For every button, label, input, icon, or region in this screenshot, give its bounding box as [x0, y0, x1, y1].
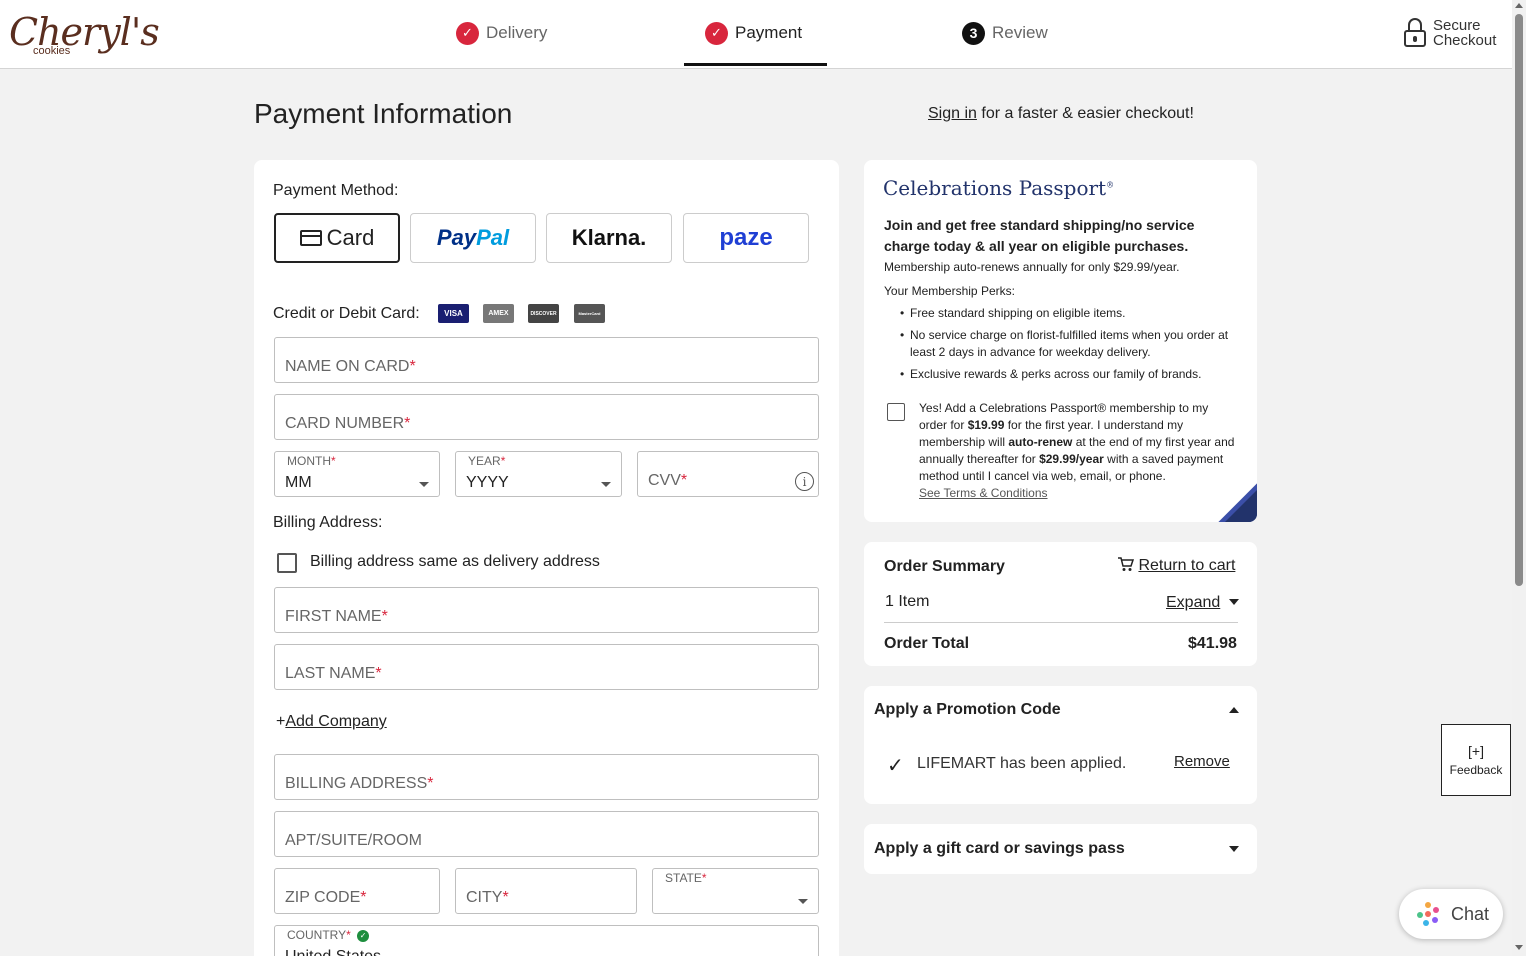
cvv-input[interactable]: CVV* i: [637, 451, 819, 497]
passport-intro: Join and get free standard shipping/no s…: [884, 217, 1195, 274]
card-types-label: Credit or Debit Card:: [273, 305, 420, 322]
feedback-label: Feedback: [1449, 763, 1503, 777]
secure-checkout: Secure Checkout: [1404, 18, 1496, 48]
country-value: United States: [285, 948, 381, 956]
terms-link[interactable]: See Terms & Conditions: [919, 483, 1048, 503]
info-icon[interactable]: i: [795, 472, 814, 491]
card-number-input[interactable]: CARD NUMBER*: [274, 394, 819, 440]
step-label: Payment: [735, 23, 803, 42]
scroll-up-arrow-icon[interactable]: [1515, 3, 1523, 8]
discover-logo: DISCOVER: [528, 304, 559, 323]
scrollbar-thumb[interactable]: [1515, 14, 1523, 586]
first-name-input[interactable]: FIRST NAME*: [274, 587, 819, 633]
remove-promo-link[interactable]: Remove: [1174, 753, 1230, 770]
page-scrollbar[interactable]: [1512, 0, 1526, 956]
check-icon: ✓: [887, 755, 904, 777]
expiry-year-select[interactable]: YEAR* YYYY: [455, 451, 622, 497]
logo-subtext: cookies: [33, 45, 71, 57]
billing-address-input[interactable]: BILLING ADDRESS*: [274, 754, 819, 800]
feedback-button[interactable]: [+] Feedback: [1441, 724, 1511, 796]
klarna-logo: Klarna.: [571, 225, 647, 250]
scroll-down-arrow-icon[interactable]: [1515, 945, 1523, 950]
step-delivery[interactable]: ✓ Delivery: [456, 20, 547, 46]
page-title: Payment Information: [254, 98, 513, 129]
promo-title[interactable]: Apply a Promotion Code: [874, 701, 1061, 719]
promo-applied-text: LIFEMART has been applied.: [917, 755, 1127, 772]
city-input[interactable]: CITY*: [455, 868, 637, 914]
chat-button[interactable]: Chat: [1399, 889, 1503, 939]
checkmark-icon: ✓: [705, 21, 728, 45]
same-address-checkbox[interactable]: [277, 553, 297, 573]
apt-suite-input[interactable]: APT/SUITE/ROOM: [274, 811, 819, 857]
zip-code-input[interactable]: ZIP CODE*: [274, 868, 440, 914]
logo-script: Cheryl's: [9, 10, 160, 54]
chevron-down-icon[interactable]: [1229, 846, 1239, 852]
paypal-logo: PayPal: [436, 225, 510, 250]
signin-prompt: Sign in for a faster & easier checkout!: [928, 105, 1194, 123]
signin-link[interactable]: Sign in: [928, 105, 977, 122]
payment-method-label: Payment Method:: [273, 182, 399, 199]
paze-logo: paze: [719, 224, 773, 251]
country-select[interactable]: COUNTRY* ✓ United States: [274, 925, 819, 956]
secure-checkout-label: Secure Checkout: [1433, 17, 1497, 49]
passport-optin-text: Yes! Add a Celebrations Passport® member…: [919, 401, 1235, 483]
perk-item: No service charge on florist-fulfilled i…: [900, 327, 1235, 361]
expiry-month-select[interactable]: MONTH* MM: [274, 451, 440, 497]
state-select[interactable]: STATE*: [652, 868, 819, 914]
giftcard-title[interactable]: Apply a gift card or savings pass: [874, 840, 1125, 858]
summary-divider: [884, 622, 1238, 623]
add-company-link[interactable]: +Add Company: [276, 713, 387, 731]
card-method-button[interactable]: Card: [274, 213, 400, 263]
lock-icon: [1404, 18, 1426, 48]
billing-address-label: Billing Address:: [273, 514, 383, 531]
cart-icon: [1118, 557, 1135, 571]
klarna-method-button[interactable]: Klarna.: [546, 213, 672, 263]
site-header: Cheryl's cookies ✓ Delivery ✓ Payment 3 …: [0, 0, 1512, 69]
chevron-down-icon: [1228, 599, 1239, 605]
chat-sparkle-icon: [1416, 902, 1439, 926]
active-step-indicator: [684, 63, 827, 66]
passport-title: Celebrations Passport®: [883, 176, 1115, 200]
perk-item: Exclusive rewards & perks across our fam…: [900, 366, 1230, 383]
chevron-up-icon[interactable]: [1229, 707, 1239, 713]
name-on-card-input[interactable]: NAME ON CARD*: [274, 337, 819, 383]
chevron-down-icon: [798, 899, 808, 904]
item-count: 1 Item: [885, 593, 930, 610]
order-total-label: Order Total: [884, 635, 970, 652]
same-address-label: Billing address same as delivery address: [310, 553, 600, 570]
paypal-method-button[interactable]: PayPal: [410, 213, 536, 263]
return-to-cart-link[interactable]: Return to cart: [1117, 556, 1235, 575]
signin-text: for a faster & easier checkout!: [976, 105, 1194, 122]
credit-card-icon: [299, 230, 322, 246]
month-value: MM: [285, 474, 312, 491]
order-total-value: $41.98: [1188, 635, 1237, 652]
step-review[interactable]: 3 Review: [962, 20, 1048, 46]
year-value: YYYY: [466, 474, 509, 491]
perk-item: Free standard shipping on eligible items…: [900, 305, 1230, 322]
expand-link[interactable]: Expand: [1166, 594, 1239, 612]
verified-check-icon: ✓: [357, 929, 370, 942]
mastercard-logo: MasterCard: [574, 304, 605, 323]
last-name-input[interactable]: LAST NAME*: [274, 644, 819, 690]
step-label: Delivery: [486, 23, 548, 42]
perks-label: Your Membership Perks:: [884, 284, 1015, 298]
plus-icon: +: [276, 713, 286, 730]
order-summary-title: Order Summary: [884, 558, 1005, 575]
step-label: Review: [992, 23, 1048, 42]
passport-optin-checkbox[interactable]: [887, 403, 905, 421]
visa-logo: VISA: [438, 304, 469, 323]
chevron-down-icon: [601, 482, 611, 487]
step-number-badge: 3: [962, 21, 985, 45]
corner-accent: [1217, 482, 1257, 522]
amex-logo: AMEX: [483, 304, 514, 323]
checkmark-icon: ✓: [456, 21, 479, 45]
cheryls-logo[interactable]: Cheryl's cookies: [9, 10, 160, 64]
paze-method-button[interactable]: paze: [683, 213, 809, 263]
chevron-down-icon: [419, 482, 429, 487]
chat-label: Chat: [1450, 903, 1490, 924]
step-payment[interactable]: ✓ Payment: [705, 20, 802, 46]
card-method-label: Card: [326, 225, 375, 250]
feedback-icon: [+]: [1468, 743, 1484, 759]
